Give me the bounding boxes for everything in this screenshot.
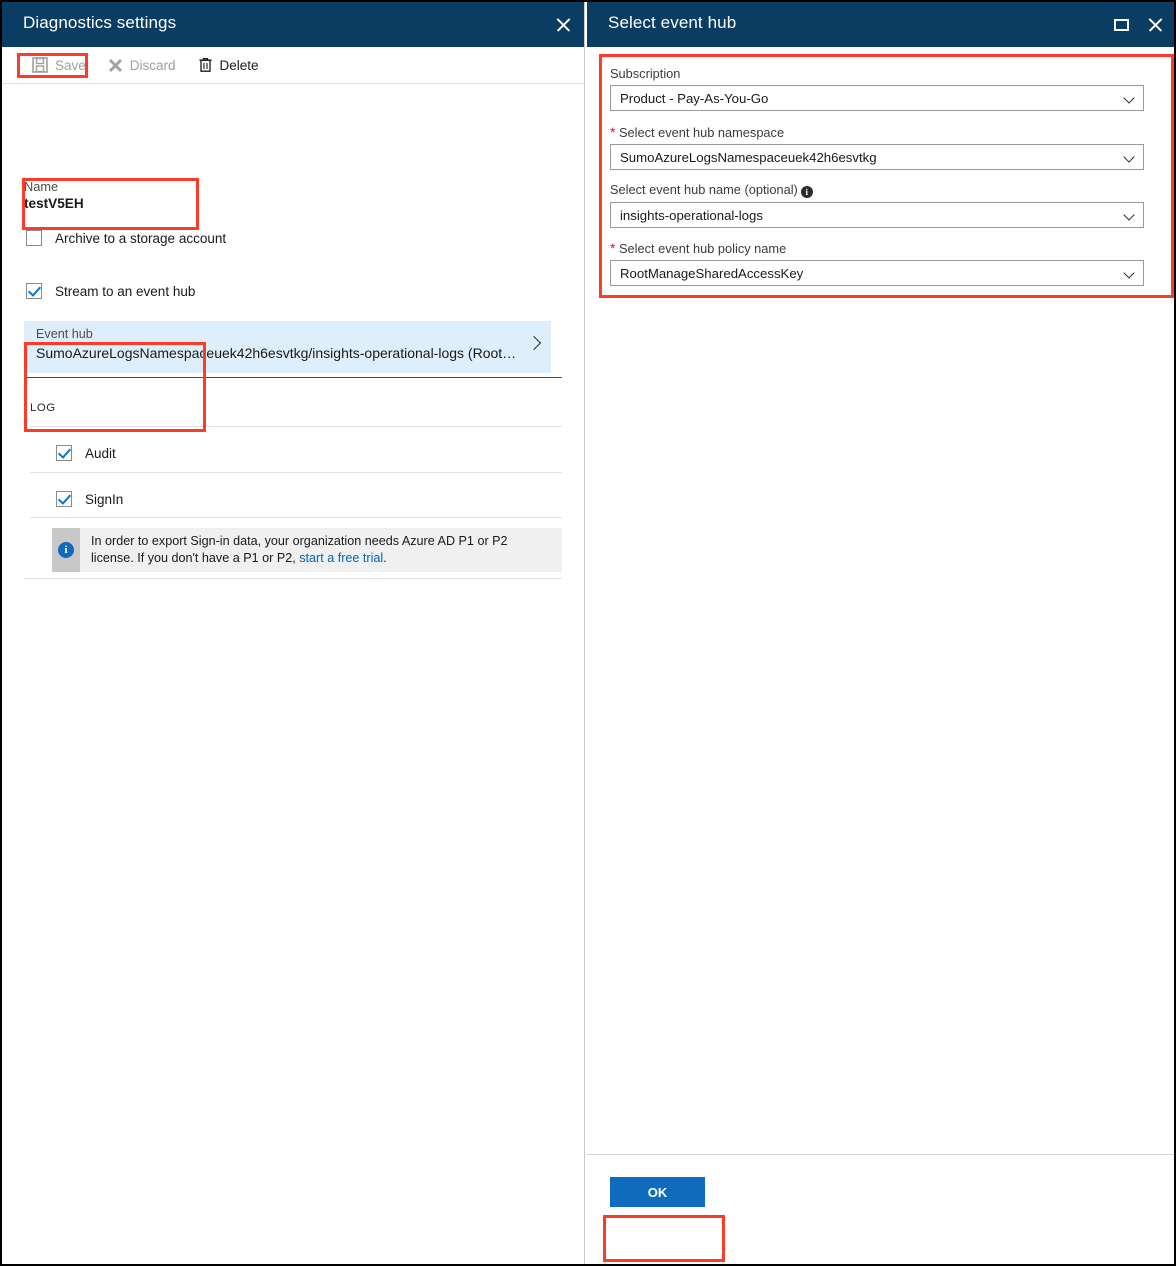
event-hub-namespace-label-text: Select event hub namespace (619, 125, 785, 140)
subscription-label: Subscription (610, 66, 681, 81)
restore-window-icon[interactable] (1114, 18, 1129, 31)
diagnostics-settings-title: Diagnostics settings (23, 13, 177, 32)
archive-to-storage-account-checkbox[interactable] (26, 230, 42, 246)
select-event-hub-titlebar: Select event hub (587, 2, 1174, 47)
log-section-header: LOG (30, 402, 56, 414)
chevron-down-icon (1123, 151, 1135, 163)
event-hub-policy-field: * Select event hub policy name RootManag… (610, 240, 1144, 286)
close-icon[interactable] (1147, 16, 1164, 33)
section-divider-top (24, 377, 562, 378)
select-event-hub-blade: Select event hub Subscription Product - … (587, 2, 1174, 1264)
close-icon[interactable] (555, 16, 572, 33)
info-circle-icon: i (58, 542, 74, 558)
event-hub-namespace-label: * Select event hub namespace (610, 124, 1144, 140)
archive-to-storage-account-checkbox-row[interactable]: Archive to a storage account (26, 227, 226, 249)
event-hub-tile-caption: Event hub (36, 327, 93, 341)
discard-button-label: Discard (129, 57, 176, 73)
name-value: testV5EH (24, 196, 84, 211)
select-event-hub-footer: OK (587, 1154, 1174, 1264)
stream-to-event-hub-checkbox[interactable] (26, 283, 42, 299)
trash-icon (198, 57, 213, 73)
diagnostics-settings-blade: Diagnostics settings Save Discard Delete… (2, 2, 585, 1264)
log-row-divider-3 (30, 517, 562, 518)
audit-checkbox[interactable] (56, 445, 72, 461)
audit-label: Audit (85, 445, 116, 461)
subscription-dropdown[interactable]: Product - Pay-As-You-Go (610, 85, 1144, 111)
stream-to-event-hub-checkbox-row[interactable]: Stream to an event hub (26, 280, 195, 302)
chevron-down-icon (1123, 92, 1135, 104)
delete-button-label: Delete (219, 57, 259, 73)
required-asterisk: * (610, 240, 616, 256)
discard-x-icon (108, 58, 123, 73)
signin-checkbox[interactable] (56, 491, 72, 507)
diagnostics-toolbar: Save Discard Delete (2, 47, 584, 84)
log-row-divider-1 (30, 426, 562, 427)
info-banner-text-part2: . (383, 551, 387, 565)
chevron-right-icon (526, 335, 542, 351)
event-hub-name-label-text: Select event hub name (optional) (610, 182, 798, 197)
diagnostics-settings-titlebar: Diagnostics settings (2, 2, 584, 47)
section-divider-bottom (24, 578, 562, 579)
screenshot-root: Diagnostics settings Save Discard Delete… (0, 0, 1176, 1266)
chevron-down-icon (1123, 267, 1135, 279)
ok-button[interactable]: OK (610, 1177, 705, 1207)
save-button-label: Save (55, 57, 86, 73)
titlebar-actions (555, 2, 572, 47)
chevron-down-icon (1123, 209, 1135, 221)
signin-label: SignIn (85, 491, 124, 507)
log-row-divider-2 (30, 472, 562, 473)
event-hub-policy-label: * Select event hub policy name (610, 240, 1144, 256)
event-hub-name-dropdown[interactable]: insights-operational-logs (610, 202, 1144, 228)
start-free-trial-link[interactable]: start a free trial (299, 551, 383, 565)
event-hub-name-label: Select event hub name (optional) i (610, 182, 1144, 198)
event-hub-namespace-dropdown[interactable]: SumoAzureLogsNamespaceuek42h6esvtkg (610, 144, 1144, 170)
event-hub-selector-tile[interactable]: Event hub SumoAzureLogsNamespaceuek42h6e… (24, 321, 551, 373)
event-hub-name-value: insights-operational-logs (620, 207, 763, 223)
required-asterisk: * (610, 124, 616, 140)
event-hub-tile-value: SumoAzureLogsNamespaceuek42h6esvtkg/insi… (36, 345, 516, 361)
delete-button[interactable]: Delete (190, 52, 267, 78)
log-row-audit[interactable]: Audit (56, 442, 116, 464)
discard-button[interactable]: Discard (100, 52, 184, 78)
info-banner-text: In order to export Sign-in data, your or… (80, 528, 562, 572)
subscription-value: Product - Pay-As-You-Go (620, 90, 769, 106)
select-event-hub-body: Subscription Product - Pay-As-You-Go * S… (587, 47, 1174, 1199)
select-event-hub-titlebar-actions (1114, 2, 1164, 47)
signin-license-info-banner: i In order to export Sign-in data, your … (52, 528, 562, 572)
event-hub-name-field: Select event hub name (optional) i insigh… (610, 182, 1144, 228)
info-icon-bar: i (52, 528, 80, 572)
name-label: Name (24, 179, 59, 194)
subscription-field: Subscription Product - Pay-As-You-Go (610, 66, 1144, 111)
archive-to-storage-account-label: Archive to a storage account (55, 230, 227, 246)
event-hub-policy-dropdown[interactable]: RootManageSharedAccessKey (610, 260, 1144, 286)
log-row-signin[interactable]: SignIn (56, 488, 123, 510)
save-button[interactable]: Save (24, 52, 94, 78)
event-hub-policy-value: RootManageSharedAccessKey (620, 265, 804, 281)
select-event-hub-title: Select event hub (608, 13, 737, 32)
info-circle-icon[interactable]: i (800, 186, 813, 198)
event-hub-policy-label-text: Select event hub policy name (619, 241, 787, 256)
event-hub-namespace-field: * Select event hub namespace SumoAzureLo… (610, 124, 1144, 170)
stream-to-event-hub-label: Stream to an event hub (55, 283, 196, 299)
save-disk-icon (32, 57, 48, 73)
event-hub-namespace-value: SumoAzureLogsNamespaceuek42h6esvtkg (620, 149, 877, 165)
